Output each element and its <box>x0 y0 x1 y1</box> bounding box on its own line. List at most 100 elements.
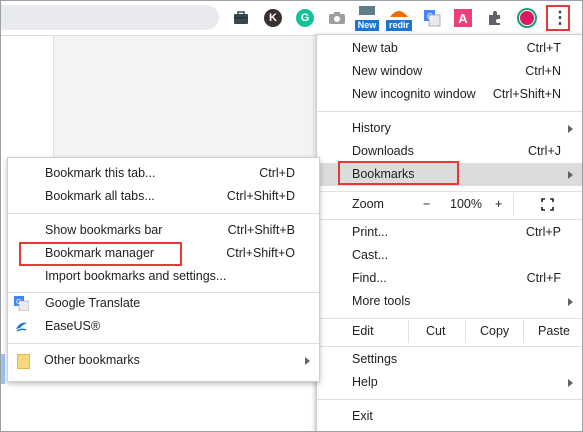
manager-shortcut: Ctrl+Shift+O <box>226 246 295 260</box>
redir-badge: redir <box>386 20 412 31</box>
zoom-divider <box>513 193 514 216</box>
puzzle-extension-icon[interactable] <box>484 7 506 29</box>
more-tools-label: More tools <box>352 294 411 308</box>
more-tools-arrow-icon <box>568 298 573 306</box>
new-badge: New <box>355 20 379 31</box>
copy-button[interactable]: Copy <box>480 324 509 338</box>
browser-toolbar: K G New redir G A ⋮ <box>1 1 582 36</box>
grammarly-extension-icon[interactable]: G <box>294 7 316 29</box>
new-extension-icon[interactable]: New <box>355 5 379 31</box>
import-label: Import bookmarks and settings... <box>45 269 227 283</box>
menu-item-help[interactable]: Help <box>317 371 582 394</box>
k-extension-icon[interactable]: K <box>262 7 284 29</box>
fullscreen-icon[interactable] <box>541 198 554 211</box>
k-extension-label: K <box>264 9 282 27</box>
svg-text:G: G <box>427 12 433 21</box>
submenu-item-other-bookmarks[interactable]: Other bookmarks <box>8 349 319 372</box>
paste-button[interactable]: Paste <box>538 324 570 338</box>
menu-item-more-tools[interactable]: More tools <box>317 290 582 313</box>
redir-extension-icon[interactable]: redir <box>386 5 412 31</box>
submenu-item-google-translate[interactable]: G Google Translate <box>8 292 319 315</box>
new-tab-shortcut: Ctrl+T <box>526 41 561 55</box>
menu-separator <box>317 346 582 347</box>
menu-item-find[interactable]: Find... Ctrl+F <box>317 267 582 290</box>
submenu-item-bookmark-tab[interactable]: Bookmark this tab... Ctrl+D <box>8 162 319 185</box>
show-bar-shortcut: Ctrl+Shift+B <box>227 223 295 237</box>
downloads-label: Downloads <box>352 144 414 158</box>
menu-item-settings[interactable]: Settings <box>317 348 582 371</box>
submenu-separator <box>8 343 319 344</box>
menu-item-history[interactable]: History <box>317 117 582 140</box>
edit-label: Edit <box>352 324 374 338</box>
edit-divider <box>408 320 409 343</box>
google-translate-label: Google Translate <box>45 296 141 310</box>
new-incognito-label: New incognito window <box>352 87 476 101</box>
history-label: History <box>352 121 391 135</box>
show-bar-label: Show bookmarks bar <box>45 223 163 237</box>
menu-item-edit: Edit Cut Copy Paste <box>317 320 582 343</box>
submenu-item-bookmark-all[interactable]: Bookmark all tabs... Ctrl+Shift+D <box>8 185 319 208</box>
translate-extension-icon[interactable]: G <box>421 7 443 29</box>
bookmarks-highlight-box <box>338 161 459 185</box>
exit-label: Exit <box>352 409 373 423</box>
submenu-item-easeus[interactable]: EaseUS® <box>8 315 319 338</box>
zoom-label: Zoom <box>352 197 384 211</box>
new-incognito-shortcut: Ctrl+Shift+N <box>492 87 561 101</box>
new-window-shortcut: Ctrl+N <box>525 64 561 78</box>
google-translate-icon: G <box>14 296 30 314</box>
other-bookmarks-label: Other bookmarks <box>44 353 140 367</box>
folder-icon <box>17 354 30 369</box>
menu-separator <box>317 318 582 319</box>
print-shortcut: Ctrl+P <box>525 225 561 239</box>
find-shortcut: Ctrl+F <box>526 271 561 285</box>
cut-button[interactable]: Cut <box>426 324 445 338</box>
manager-highlight-box <box>19 242 182 266</box>
help-arrow-icon <box>568 379 573 387</box>
menu-item-new-tab[interactable]: New tab Ctrl+T <box>317 37 582 60</box>
easeus-label: EaseUS® <box>45 319 101 333</box>
cast-label: Cast... <box>352 248 389 262</box>
bookmarks-submenu: Bookmark this tab... Ctrl+D Bookmark all… <box>7 157 320 382</box>
menu-item-downloads[interactable]: Downloads Ctrl+J <box>317 140 582 163</box>
help-label: Help <box>352 375 378 389</box>
menu-item-cast[interactable]: Cast... <box>317 244 582 267</box>
menu-item-new-incognito[interactable]: New incognito window Ctrl+Shift+N <box>317 83 582 106</box>
browser-window: K G New redir G A ⋮ New tab Ctrl+T New w… <box>0 0 583 432</box>
menu-separator <box>317 219 582 220</box>
bookmarks-arrow-icon <box>568 171 573 179</box>
page-blue-element <box>1 354 5 384</box>
kebab-highlight-box <box>546 5 570 31</box>
bookmark-all-shortcut: Ctrl+Shift+D <box>226 189 295 203</box>
menu-separator <box>317 191 582 192</box>
zoom-in-button[interactable]: + <box>495 197 502 211</box>
new-window-label: New window <box>352 64 423 78</box>
profile-avatar-icon[interactable] <box>516 7 538 29</box>
submenu-separator <box>8 213 319 214</box>
address-bar[interactable] <box>1 5 219 30</box>
bookmark-tab-label: Bookmark this tab... <box>45 166 156 180</box>
other-bookmarks-arrow-icon <box>305 357 310 365</box>
a-extension-label: A <box>454 9 472 27</box>
camera-extension-icon[interactable] <box>326 7 348 29</box>
edit-divider <box>523 320 524 343</box>
menu-item-new-window[interactable]: New window Ctrl+N <box>317 60 582 83</box>
print-label: Print... <box>352 225 389 239</box>
menu-separator <box>317 399 582 400</box>
downloads-shortcut: Ctrl+J <box>528 144 561 158</box>
zoom-out-button[interactable]: − <box>423 197 430 211</box>
menu-item-print[interactable]: Print... Ctrl+P <box>317 221 582 244</box>
zoom-value: 100% <box>450 197 482 211</box>
briefcase-extension-icon[interactable] <box>230 7 252 29</box>
edit-divider <box>465 320 466 343</box>
a-extension-icon[interactable]: A <box>452 7 474 29</box>
submenu-item-show-bookmarks-bar[interactable]: Show bookmarks bar Ctrl+Shift+B <box>8 219 319 242</box>
menu-item-zoom: Zoom − 100% + <box>317 193 582 216</box>
settings-label: Settings <box>352 352 398 366</box>
submenu-item-import[interactable]: Import bookmarks and settings... <box>8 265 319 288</box>
bookmark-tab-shortcut: Ctrl+D <box>259 166 295 180</box>
easeus-icon <box>14 319 29 337</box>
menu-item-exit[interactable]: Exit <box>317 405 582 428</box>
menu-separator <box>317 111 582 112</box>
find-label: Find... <box>352 271 387 285</box>
grammarly-extension-label: G <box>296 9 314 27</box>
